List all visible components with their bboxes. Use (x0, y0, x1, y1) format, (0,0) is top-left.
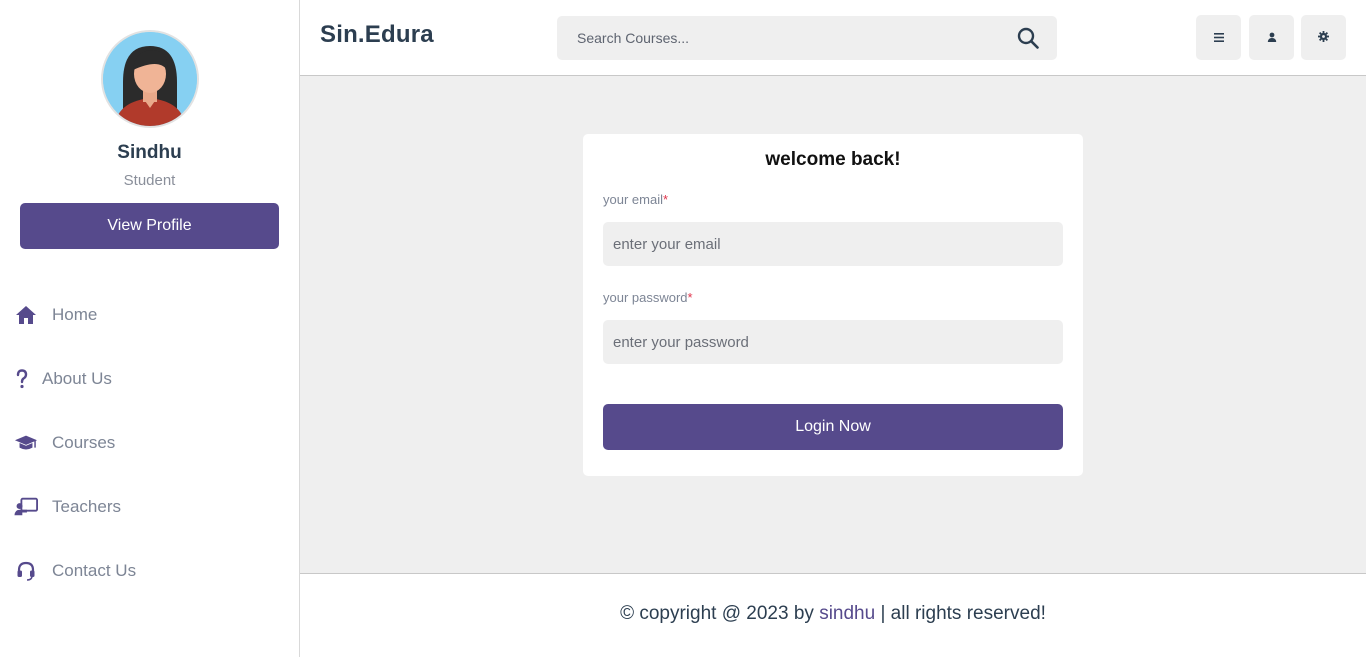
sidebar-item-home[interactable]: Home (0, 283, 299, 347)
sidebar-item-label: Contact Us (52, 561, 137, 580)
email-label-text: your email (603, 192, 663, 207)
password-label: your password* (603, 290, 1063, 305)
view-profile-button[interactable]: View Profile (20, 203, 279, 249)
login-title: welcome back! (765, 149, 901, 170)
home-icon (14, 303, 38, 327)
profile-role: Student (123, 172, 176, 189)
search-input[interactable] (557, 16, 997, 60)
chalkboard-teacher-icon (14, 495, 38, 519)
email-label: your email* (603, 192, 1063, 207)
login-form: welcome back! your email* your password*… (583, 134, 1083, 476)
question-icon (14, 367, 38, 391)
site-logo[interactable]: Sin.Edura (320, 21, 434, 49)
sidebar-nav: Home About Us Courses Teachers Contact U… (0, 283, 299, 603)
gear-icon (1318, 29, 1329, 47)
sidebar-item-label: Home (52, 305, 98, 324)
profile-section: Sindhu Student View Profile (0, 0, 299, 249)
search-bar (557, 16, 1057, 60)
footer: © copyright @ 2023 by sindhu | all right… (300, 573, 1366, 657)
graduation-cap-icon (14, 431, 38, 455)
sidebar-item-label: Courses (52, 433, 116, 452)
avatar (100, 30, 199, 128)
menu-icon (1213, 29, 1224, 47)
password-field[interactable] (603, 320, 1063, 364)
user-button[interactable] (1249, 15, 1294, 60)
profile-name: Sindhu (117, 142, 182, 163)
headset-icon (14, 559, 38, 583)
sidebar-item-teachers[interactable]: Teachers (0, 475, 299, 539)
sidebar-item-courses[interactable]: Courses (0, 411, 299, 475)
login-button[interactable]: Login Now (603, 404, 1063, 450)
settings-button[interactable] (1301, 15, 1346, 60)
menu-button[interactable] (1196, 15, 1241, 60)
sidebar-item-contact-us[interactable]: Contact Us (0, 539, 299, 603)
copyright-suffix: | all rights reserved! (875, 603, 1046, 624)
sidebar-item-label: Teachers (52, 497, 121, 516)
required-marker: * (662, 192, 669, 207)
top-header: Sin.Edura (300, 0, 1366, 76)
required-marker: * (687, 290, 693, 305)
email-field[interactable] (603, 222, 1063, 266)
user-icon (1267, 29, 1277, 47)
sidebar-item-about-us[interactable]: About Us (0, 347, 299, 411)
copyright-prefix: © copyright @ 2023 by (620, 603, 820, 624)
sidebar: Sindhu Student View Profile Home About U… (0, 0, 300, 657)
password-label-text: your password (603, 290, 688, 305)
author-link[interactable]: sindhu (819, 603, 875, 624)
sidebar-item-label: About Us (42, 369, 112, 388)
search-icon[interactable] (1017, 27, 1039, 49)
